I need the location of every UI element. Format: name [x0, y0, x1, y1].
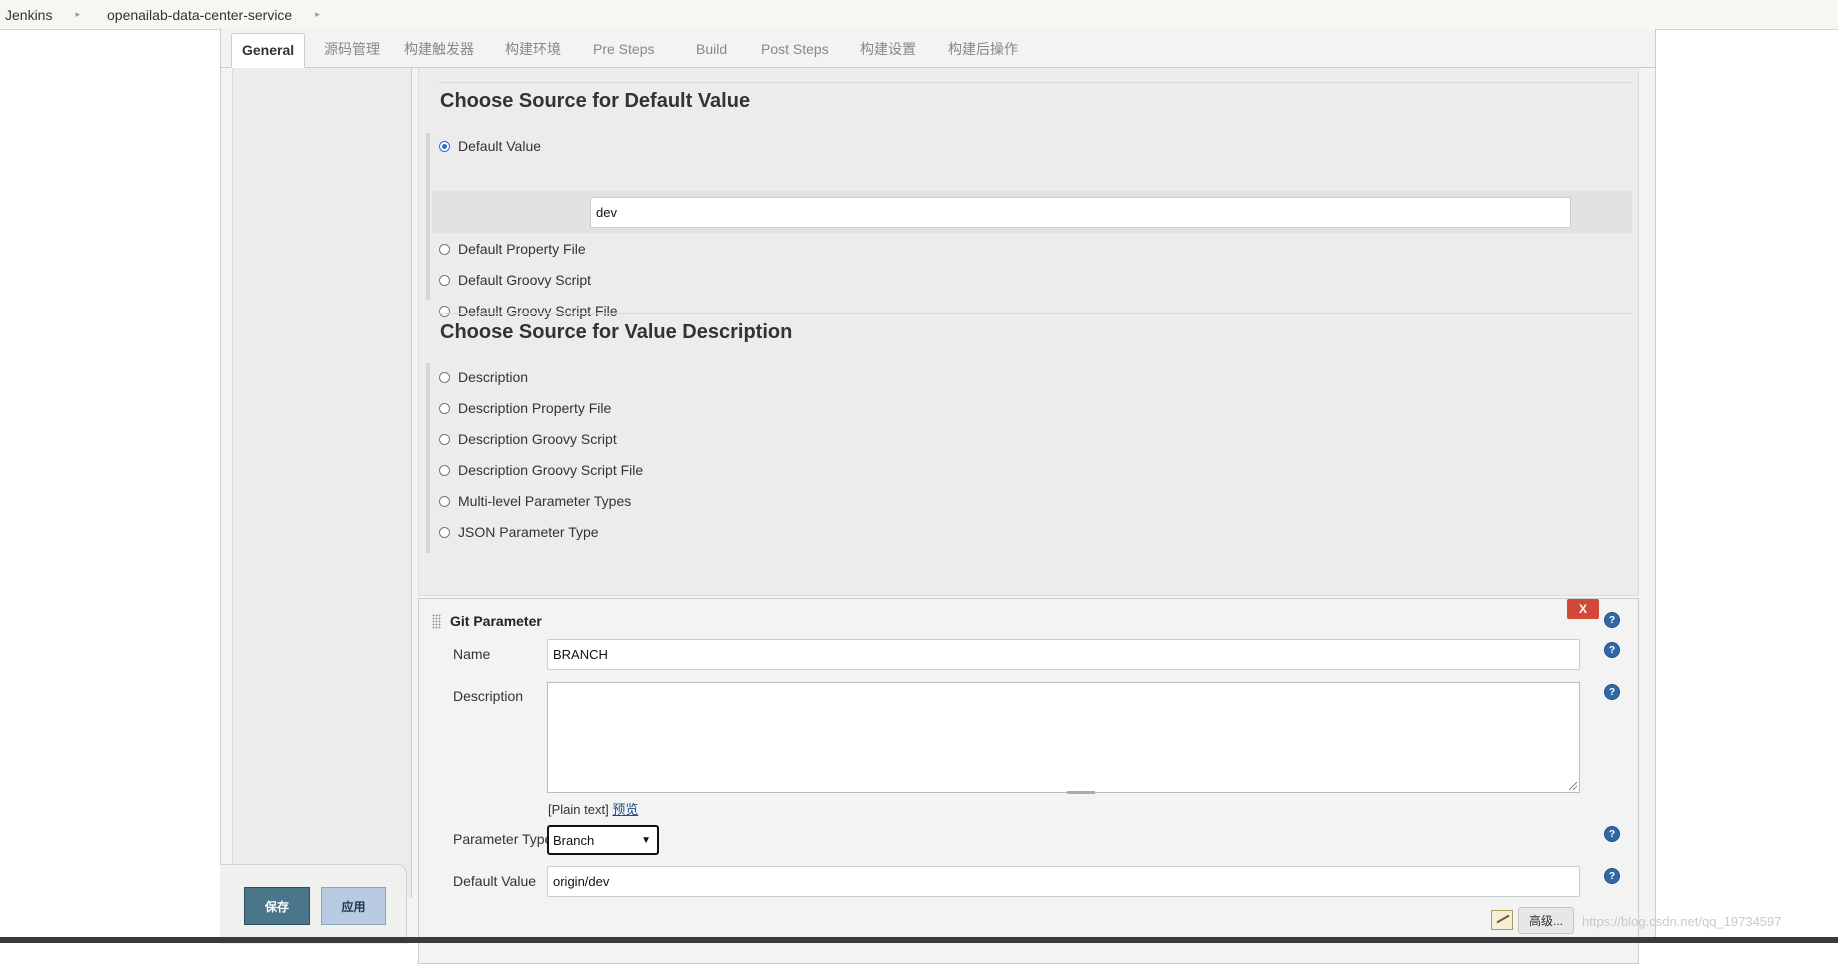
tab-build-env[interactable]: 构建环境	[495, 33, 571, 66]
tab-pre-steps[interactable]: Pre Steps	[583, 33, 664, 66]
drag-handle-icon[interactable]	[432, 614, 441, 629]
tab-post-build[interactable]: 构建后操作	[938, 33, 1028, 66]
radio-multi-level-parameter-types[interactable]: Multi-level Parameter Types	[439, 493, 631, 509]
tab-bar: General 源码管理 构建触发器 构建环境 Pre Steps Build …	[221, 29, 1655, 68]
radio-button[interactable]	[439, 140, 450, 152]
default-value-field[interactable]: origin/dev	[547, 866, 1580, 897]
apply-button[interactable]: 应用	[321, 887, 386, 925]
git-parameter-title: Git Parameter	[450, 613, 542, 629]
advanced-button[interactable]: 高级...	[1518, 907, 1574, 934]
parameter-source-card: Choose Source for Default Value Default …	[418, 68, 1639, 596]
help-icon[interactable]: ?	[1605, 685, 1619, 699]
left-column	[232, 68, 412, 898]
radio-default-property-file[interactable]: Default Property File	[439, 241, 586, 257]
tab-scm[interactable]: 源码管理	[314, 33, 390, 66]
parameter-type-value: Branch	[553, 832, 595, 848]
radio-button[interactable]	[439, 371, 450, 383]
radio-description-groovy-script[interactable]: Description Groovy Script	[439, 431, 617, 447]
radio-default-groovy-script[interactable]: Default Groovy Script	[439, 272, 591, 288]
radio-default-value[interactable]: Default Value	[439, 138, 541, 154]
preview-link[interactable]: 预览	[612, 802, 638, 817]
radio-label: Multi-level Parameter Types	[458, 493, 632, 509]
radio-button[interactable]	[439, 433, 450, 445]
breadcrumb-jenkins[interactable]: Jenkins	[0, 7, 57, 23]
description-textarea[interactable]	[547, 682, 1580, 793]
radio-label: Default Groovy Script	[458, 272, 592, 288]
config-content: Choose Source for Default Value Default …	[415, 68, 1655, 964]
tab-build[interactable]: Build	[686, 33, 737, 66]
radio-button[interactable]	[439, 243, 450, 255]
chevron-down-icon: ▼	[641, 834, 651, 846]
radio-json-parameter-type[interactable]: JSON Parameter Type	[439, 524, 599, 540]
radio-default-groovy-script-file[interactable]: Default Groovy Script File	[439, 303, 618, 319]
save-panel: 保存 应用	[220, 864, 407, 944]
divider	[439, 313, 1632, 314]
config-frame: General 源码管理 构建触发器 构建环境 Pre Steps Build …	[220, 29, 1656, 964]
taskbar-strip	[0, 937, 1838, 943]
radio-group-indicator	[426, 133, 430, 300]
markup-formatter-note: [Plain text] 预览	[548, 799, 638, 818]
radio-description-groovy-script-file[interactable]: Description Groovy Script File	[439, 462, 643, 478]
radio-button[interactable]	[439, 495, 450, 507]
radio-label: Description Property File	[458, 400, 612, 416]
radio-description[interactable]: Description	[439, 369, 528, 385]
radio-button[interactable]	[439, 274, 450, 286]
save-button[interactable]: 保存	[244, 887, 310, 925]
tab-triggers[interactable]: 构建触发器	[394, 33, 484, 66]
breadcrumb-job[interactable]: openailab-data-center-service	[102, 7, 297, 23]
tab-general[interactable]: General	[231, 33, 306, 68]
breadcrumb-separator-icon[interactable]: ▸	[315, 9, 320, 20]
radio-label: Default Groovy Script File	[458, 303, 618, 319]
value-description-heading: Choose Source for Value Description	[440, 321, 793, 343]
tab-post-steps[interactable]: Post Steps	[751, 33, 839, 66]
tab-build-settings[interactable]: 构建设置	[850, 33, 926, 66]
resize-grip-icon[interactable]	[1569, 782, 1577, 790]
delete-parameter-button[interactable]: X	[1567, 599, 1599, 619]
description-label: Description	[453, 688, 524, 704]
radio-label: Description Groovy Script	[458, 431, 617, 447]
parameter-type-select[interactable]: Branch ▼	[547, 825, 659, 855]
help-icon[interactable]: ?	[1605, 643, 1619, 657]
breadcrumb: Jenkins ▸ openailab-data-center-service …	[0, 0, 1838, 30]
radio-label: Description	[458, 369, 529, 385]
notepad-icon	[1491, 910, 1513, 930]
radio-button[interactable]	[439, 526, 450, 538]
help-icon[interactable]: ?	[1605, 613, 1619, 627]
name-input[interactable]: BRANCH	[547, 639, 1580, 670]
default-value-input[interactable]: dev	[590, 197, 1571, 228]
name-label: Name	[453, 646, 491, 662]
git-parameter-card: X Git Parameter ? Name BRANCH ? Descript…	[418, 598, 1639, 964]
parameter-type-label: Parameter Type	[453, 831, 553, 847]
breadcrumb-separator-icon[interactable]: ▸	[75, 9, 80, 20]
help-icon[interactable]: ?	[1605, 827, 1619, 841]
radio-group-indicator	[426, 363, 430, 553]
radio-label: JSON Parameter Type	[458, 524, 599, 540]
radio-label: Default Property File	[458, 241, 586, 257]
radio-label: Description Groovy Script File	[458, 462, 644, 478]
radio-description-property-file[interactable]: Description Property File	[439, 400, 611, 416]
plain-text-label: [Plain text]	[548, 802, 609, 817]
radio-button[interactable]	[439, 464, 450, 476]
divider	[439, 82, 1632, 83]
watermark: https://blog.csdn.net/qq_19734597	[1582, 914, 1782, 929]
default-value-heading: Choose Source for Default Value	[440, 90, 751, 112]
help-icon[interactable]: ?	[1605, 869, 1619, 883]
radio-button[interactable]	[439, 305, 450, 317]
default-value-label: Default Value	[453, 873, 537, 889]
textarea-resize-handle[interactable]	[1067, 791, 1095, 794]
radio-button[interactable]	[439, 402, 450, 414]
radio-label: Default Value	[458, 138, 542, 154]
